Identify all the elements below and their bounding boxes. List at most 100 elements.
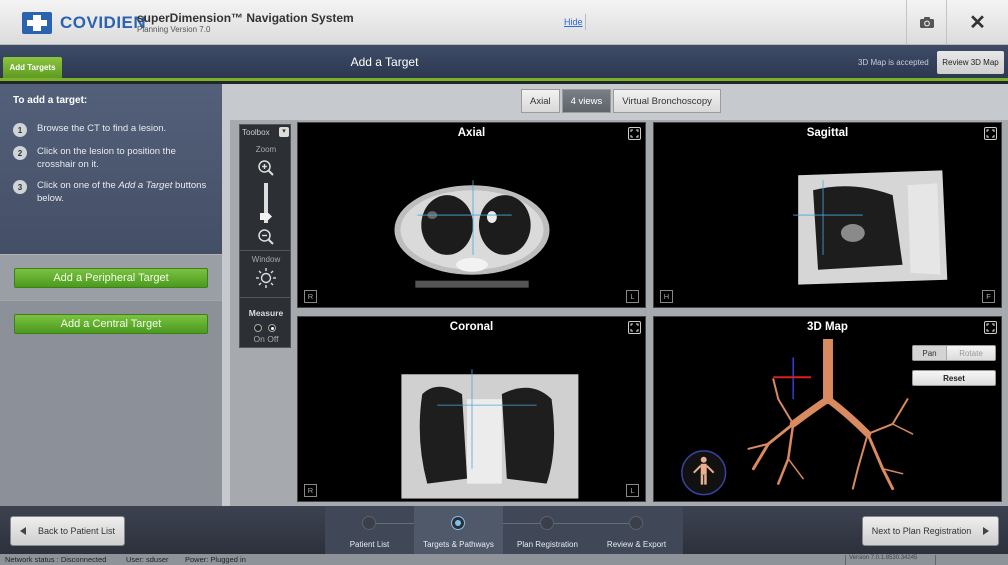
tab-axial[interactable]: Axial [521,89,560,113]
step-label: Review & Export [606,540,667,549]
3d-map-viewport[interactable]: 3D Map Pan Rotate Reset [653,316,1002,502]
orientation-marker-right: L [626,290,639,303]
sagittal-ct-image[interactable] [654,145,1001,309]
camera-icon [919,17,934,28]
add-peripheral-target-button[interactable]: Add a Peripheral Target [14,268,208,288]
workflow-progress: Patient List Targets & Pathways Plan Reg… [325,506,683,554]
back-button-label: Back to Patient List [37,526,116,536]
arrow-left-icon [19,527,26,535]
workflow-step-plan-registration[interactable]: Plan Registration [503,506,592,554]
step-number: 1 [13,123,27,137]
arrow-right-icon [983,527,990,535]
zoom-label: Zoom [255,145,277,154]
left-panel-filler [0,347,222,506]
sagittal-viewport[interactable]: Sagittal H F [653,122,1002,308]
main-area: Axial 4 views Virtual Bronchoscopy Toolb… [222,84,1008,506]
step-indicator [629,516,643,530]
tab-virtual-bronchoscopy[interactable]: Virtual Bronchoscopy [613,89,721,113]
viewport-title: Coronal [449,321,494,333]
close-button[interactable]: ✕ [946,0,1008,45]
toolbox-divider [240,250,290,251]
toolbox-collapse-button[interactable]: ▾ [279,127,289,137]
zoom-out-icon[interactable] [257,228,275,246]
views-container: Toolbox ▾ Zoom Window Measure On Off Axi… [230,120,1008,506]
viewport-title: Axial [457,127,486,139]
workflow-step-targets-pathways[interactable]: Targets & Pathways [414,506,503,554]
orientation-marker-right: F [982,290,995,303]
app-title: superDimension™ Navigation System [137,11,354,25]
step-label: Plan Registration [517,540,578,549]
next-button-label: Next to Plan Registration [871,526,972,536]
power-status: Power: Plugged in [185,555,246,564]
header-divider [585,14,586,30]
measure-on-off-label: On Off [253,334,279,344]
instruction-step: 1 Browse the CT to find a lesion. [13,123,213,137]
screenshot-button[interactable] [906,0,946,45]
peripheral-target-row: Add a Peripheral Target [0,254,222,300]
expand-viewport-button[interactable] [628,321,641,334]
axial-viewport[interactable]: Axial R L [297,122,646,308]
tab-4-views[interactable]: 4 views [561,89,612,113]
instructions-panel: To add a target: 1 Browse the CT to find… [0,84,222,254]
instruction-step: 3 Click on one of the Add a Target butto… [13,180,213,208]
zoom-slider-handle[interactable] [260,213,272,220]
measure-label: Measure [248,308,284,318]
covidien-logo-icon [22,12,52,34]
viewport-title: 3D Map [807,321,848,333]
user-status: User: sduser [126,555,169,564]
coronal-ct-image[interactable] [298,339,645,503]
step-indicator [362,516,376,530]
coronal-viewport[interactable]: Coronal R L [297,316,646,502]
axial-ct-image[interactable] [298,145,645,309]
review-3d-map-button[interactable]: Review 3D Map [937,51,1004,74]
step-label: Targets & Pathways [423,540,494,549]
step-number: 3 [13,180,27,194]
bottom-navigation: Back to Patient List Patient List Target… [0,506,1008,554]
step-indicator [451,516,465,530]
measure-on-radio[interactable] [254,324,262,332]
window-level-icon[interactable] [255,267,277,289]
title-bar: Add Targets Add a Target 3D Map is accep… [0,45,1008,81]
back-to-patient-list-button[interactable]: Back to Patient List [10,516,125,546]
workflow-step-patient-list[interactable]: Patient List [325,506,414,554]
reset-view-button[interactable]: Reset [912,370,996,386]
toolbox-title: Toolbox [242,128,270,137]
step-text: Click on one of the Add a Target buttons… [37,180,207,204]
app-header: COVIDIEN superDimension™ Navigation Syst… [0,0,1008,45]
instruction-step: 2 Click on the lesion to position the cr… [13,146,213,174]
measure-off-radio[interactable] [268,324,276,332]
expand-viewport-button[interactable] [628,127,641,140]
step-number: 2 [13,146,27,160]
rotate-button[interactable]: Rotate [947,346,995,360]
version-text: Version 7.0.1.8530.34245 [845,555,936,565]
toolbox: Toolbox ▾ Zoom Window Measure On Off [239,124,291,348]
step-text: Browse the CT to find a lesion. [37,123,167,134]
workflow-step-review-export[interactable]: Review & Export [592,506,681,554]
orientation-marker-left: R [304,290,317,303]
page-title: Add a Target [350,55,419,69]
toolbox-divider [240,297,290,298]
airway-3d-model[interactable] [654,339,1001,503]
expand-icon [986,323,995,332]
central-target-row: Add a Central Target [0,300,222,347]
add-central-target-button[interactable]: Add a Central Target [14,314,208,334]
app-window: COVIDIEN superDimension™ Navigation Syst… [0,0,1008,565]
hide-link[interactable]: Hide [564,17,583,27]
status-bar: Network status : Disconnected User: sdus… [0,554,1008,565]
zoom-in-icon[interactable] [257,159,275,177]
next-to-plan-registration-button[interactable]: Next to Plan Registration [862,516,999,546]
network-status: Network status : Disconnected [5,555,107,564]
expand-icon [986,129,995,138]
expand-viewport-button[interactable] [984,321,997,334]
viewport-title: Sagittal [806,127,849,139]
expand-viewport-button[interactable] [984,127,997,140]
app-version: Planning Version 7.0 [137,25,211,34]
pan-rotate-toggle: Pan Rotate [912,345,996,361]
expand-icon [630,323,639,332]
expand-icon [630,129,639,138]
brand-name: COVIDIEN [60,13,147,32]
step-text: Click on the lesion to position the cros… [37,146,176,170]
step-indicator [540,516,554,530]
pan-button[interactable]: Pan [913,346,947,360]
step-label: Patient List [349,540,390,549]
